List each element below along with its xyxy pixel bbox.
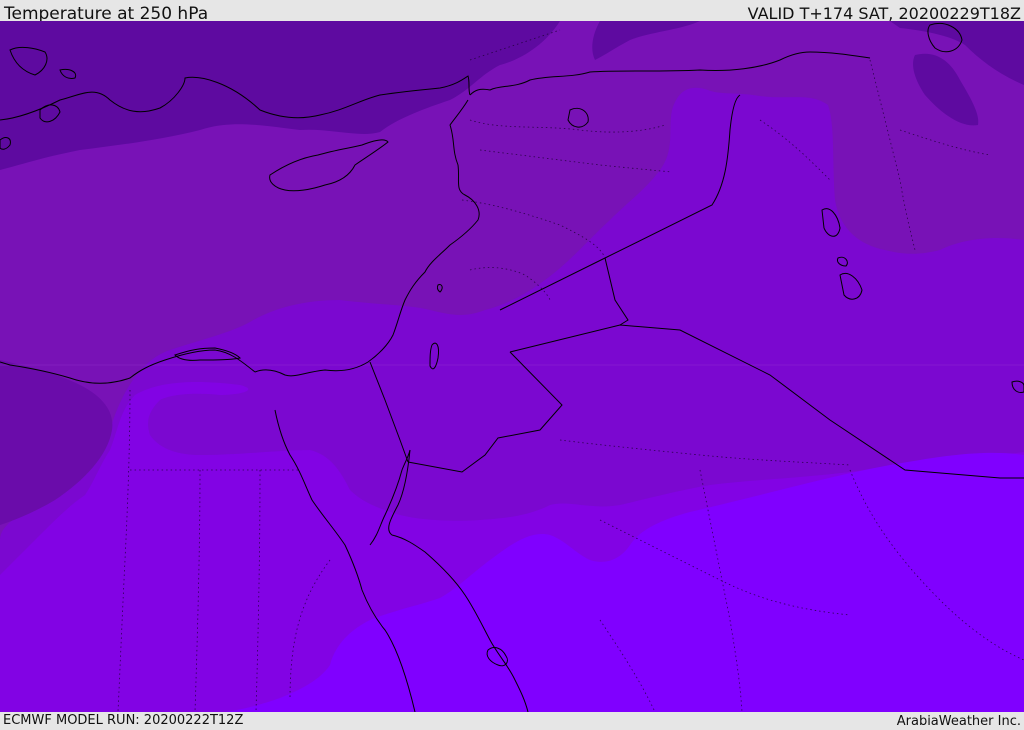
map-footer: ECMWF MODEL RUN: 20200222T12Z ArabiaWeat… [0,712,1024,729]
map-header: Temperature at 250 hPa VALID T+174 SAT, … [0,0,1024,24]
model-run-label: ECMWF MODEL RUN: 20200222T12Z [3,713,244,728]
weather-map[interactable] [0,21,1024,712]
temperature-shading [0,21,1024,712]
map-canvas [0,21,1024,712]
credit-label: ArabiaWeather Inc. [896,714,1021,729]
